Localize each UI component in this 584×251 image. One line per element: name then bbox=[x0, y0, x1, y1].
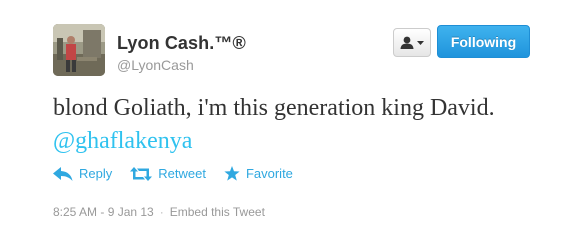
tweet-card: Lyon Cash.™® @LyonCash Following blond G… bbox=[0, 0, 584, 251]
user-actions-dropdown-button[interactable] bbox=[393, 28, 431, 57]
username-handle[interactable]: @LyonCash bbox=[117, 57, 194, 73]
favorite-label: Favorite bbox=[245, 166, 293, 181]
tweet-text-body: blond Goliath, i'm this generation king … bbox=[53, 95, 495, 121]
timestamp[interactable]: 8:25 AM - 9 Jan 13 bbox=[53, 205, 154, 219]
reply-label: Reply bbox=[79, 166, 113, 181]
favorite-action[interactable]: Favorite bbox=[224, 166, 293, 181]
user-icon bbox=[400, 36, 414, 49]
tweet-footer: 8:25 AM - 9 Jan 13 · Embed this Tweet bbox=[53, 205, 265, 219]
separator-dot: · bbox=[159, 205, 164, 219]
retweet-icon bbox=[130, 166, 153, 181]
caret-down-icon bbox=[417, 40, 424, 45]
retweet-label: Retweet bbox=[158, 166, 206, 181]
reply-icon bbox=[53, 166, 73, 181]
profile-photo-image bbox=[53, 24, 105, 76]
avatar[interactable] bbox=[53, 24, 105, 76]
embed-tweet-link[interactable]: Embed this Tweet bbox=[170, 205, 265, 219]
star-icon bbox=[224, 166, 240, 181]
mention-link[interactable]: @ghaflakenya bbox=[53, 128, 192, 154]
following-button[interactable]: Following bbox=[437, 25, 530, 58]
display-name[interactable]: Lyon Cash.™® bbox=[117, 33, 246, 54]
tweet-actions: Reply Retweet Favorite bbox=[53, 166, 311, 181]
tweet-text: blond Goliath, i'm this generation king … bbox=[53, 92, 533, 158]
reply-action[interactable]: Reply bbox=[53, 166, 112, 181]
retweet-action[interactable]: Retweet bbox=[130, 166, 206, 181]
